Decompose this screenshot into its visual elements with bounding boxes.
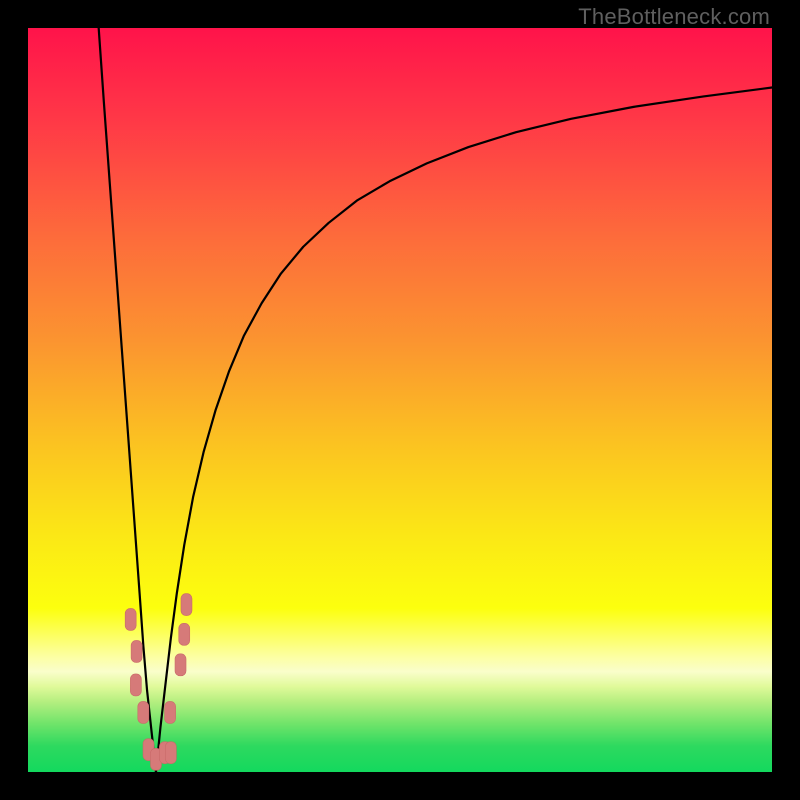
curve-right-branch bbox=[156, 88, 772, 772]
chart-frame: TheBottleneck.com bbox=[0, 0, 800, 800]
watermark-label: TheBottleneck.com bbox=[578, 4, 770, 30]
bottleneck-curve bbox=[28, 28, 772, 772]
data-marker bbox=[179, 623, 190, 645]
plot-area bbox=[28, 28, 772, 772]
data-marker bbox=[181, 594, 192, 616]
data-marker bbox=[175, 654, 186, 676]
data-marker bbox=[130, 674, 141, 696]
data-marker bbox=[165, 742, 176, 764]
data-marker bbox=[131, 640, 142, 662]
data-marker bbox=[138, 701, 149, 723]
data-marker bbox=[125, 608, 136, 630]
data-marker bbox=[165, 701, 176, 723]
curve-left-branch bbox=[99, 28, 156, 772]
